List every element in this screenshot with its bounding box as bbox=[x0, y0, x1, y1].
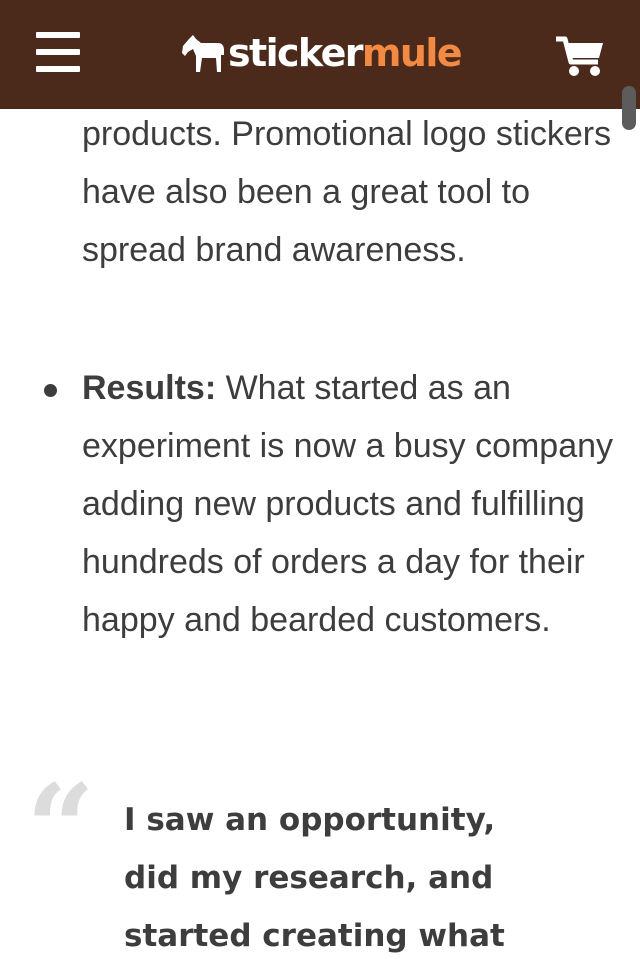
results-label: Results: bbox=[82, 369, 217, 407]
site-header: stickermule bbox=[0, 0, 640, 109]
shopping-cart-icon[interactable] bbox=[554, 34, 606, 78]
paragraph-text: products. Promotional logo stickers have… bbox=[82, 115, 612, 269]
page: stickermule products. Promotional logo s… bbox=[0, 0, 640, 959]
hamburger-menu-icon[interactable] bbox=[36, 32, 82, 74]
quote-mark-icon: “ bbox=[26, 758, 96, 899]
results-bullet-item: Results: What started as an experiment i… bbox=[82, 359, 622, 649]
logo-text-sticker: sticker bbox=[228, 31, 364, 75]
stickermule-logo[interactable]: stickermule bbox=[180, 28, 463, 78]
mule-icon bbox=[182, 35, 224, 72]
bullet-dot bbox=[44, 384, 57, 397]
results-text: What started as an experiment is now a b… bbox=[82, 369, 614, 639]
scrollbar[interactable] bbox=[622, 86, 636, 130]
logo-text-mule: mule bbox=[361, 31, 463, 75]
pull-quote: I saw an opportunity, did my research, a… bbox=[124, 802, 505, 954]
